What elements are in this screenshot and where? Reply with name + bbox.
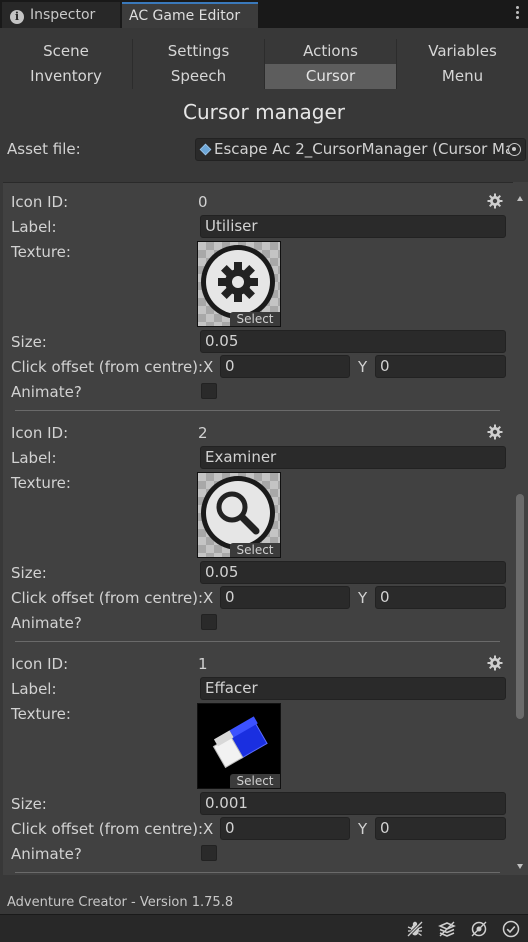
offset-x-label: X [203,589,214,607]
divider [15,641,500,642]
divider [15,410,500,411]
nav-cursor[interactable]: Cursor [264,64,396,89]
offset-y-label: Y [358,358,368,376]
object-picker-icon[interactable] [508,143,521,156]
scriptable-object-icon [199,143,212,156]
label-field[interactable]: Utiliser [200,215,506,238]
offset-y-field[interactable]: 0 [375,817,506,840]
offset-y-field[interactable]: 0 [375,355,506,378]
offset-x-field[interactable]: 0 [220,586,350,609]
gear-icon[interactable] [487,424,503,440]
asset-file-value: Escape Ac 2_CursorManager (Cursor Ma [214,140,515,158]
gear-icon[interactable] [487,655,503,671]
tab-ac-game-editor-label: AC Game Editor [129,8,241,24]
divider [15,872,500,873]
icon-id-label: Icon ID: [11,424,69,442]
texture-field[interactable]: Select [197,703,281,789]
texture-label: Texture: [11,243,71,261]
cursor-item: Icon ID: 1 Label: Effacer Texture: Selec… [3,651,513,875]
icon-id-label: Icon ID: [11,655,69,673]
nav-inventory[interactable]: Inventory [0,64,132,89]
animate-label: Animate? [11,383,82,401]
page-title: Cursor manager [183,100,345,124]
more-options-icon[interactable] [516,6,520,22]
animate-label: Animate? [11,614,82,632]
texture-label: Texture: [11,705,71,723]
label-label: Label: [11,680,57,698]
size-field[interactable]: 0.001 [200,792,506,815]
texture-field[interactable]: Select [197,241,281,327]
icon-id-label: Icon ID: [11,193,69,211]
label-label: Label: [11,449,57,467]
offset-x-label: X [203,358,214,376]
layers-icon[interactable] [438,920,456,938]
offset-x-field[interactable]: 0 [220,817,350,840]
check-circle-icon[interactable] [502,920,520,938]
debug-bug-icon[interactable] [406,920,424,938]
click-offset-label: Click offset (from centre): [11,589,204,607]
label-label: Label: [11,218,57,236]
texture-label: Texture: [11,474,71,492]
click-offset-label: Click offset (from centre): [11,820,204,838]
select-texture-button[interactable]: Select [230,312,280,326]
size-field[interactable]: 0.05 [200,330,506,353]
cursor-item: Icon ID: 2 Label: Examiner Texture: Sele… [3,420,513,651]
scrollbar-thumb[interactable] [516,494,524,719]
status-bar [0,914,528,942]
animate-checkbox[interactable] [201,845,217,861]
version-label: Adventure Creator - Version 1.75.8 [7,895,234,910]
scroll-up-arrow-icon[interactable] [517,196,523,201]
vertical-scrollbar[interactable] [513,182,528,875]
animate-label: Animate? [11,845,82,863]
offset-y-label: Y [358,589,368,607]
asset-file-field[interactable]: Escape Ac 2_CursorManager (Cursor Ma [195,138,526,161]
window-tab-bar: i Inspector AC Game Editor [0,0,528,28]
offset-x-field[interactable]: 0 [220,355,350,378]
nav-speech[interactable]: Speech [132,64,264,89]
scroll-down-arrow-icon[interactable] [517,864,523,869]
asset-file-label: Asset file: [7,140,81,158]
animate-checkbox[interactable] [201,383,217,399]
nav-scene[interactable]: Scene [0,39,132,64]
select-texture-button[interactable]: Select [230,774,280,788]
nav-actions[interactable]: Actions [264,39,396,64]
size-label: Size: [11,795,47,813]
visibility-off-icon[interactable] [470,920,488,938]
tab-inspector[interactable]: i Inspector [2,2,120,28]
size-label: Size: [11,564,47,582]
animate-checkbox[interactable] [201,614,217,630]
icon-id-value: 0 [198,193,208,211]
click-offset-label: Click offset (from centre): [11,358,204,376]
nav-variables[interactable]: Variables [396,39,528,64]
cursor-item: Icon ID: 0 Label: Utiliser Texture: Sele… [3,189,513,420]
select-texture-button[interactable]: Select [230,543,280,557]
tab-ac-game-editor[interactable]: AC Game Editor [122,2,258,28]
offset-x-label: X [203,820,214,838]
icon-id-value: 1 [198,655,208,673]
tab-inspector-label: Inspector [30,7,96,23]
gear-icon[interactable] [487,193,503,209]
cursor-list-panel: Icon ID: 0 Label: Utiliser Texture: Sele… [3,182,513,875]
offset-y-field[interactable]: 0 [375,586,506,609]
icon-id-value: 2 [198,424,208,442]
manager-nav: Scene Settings Actions Variables Invento… [0,39,528,89]
size-field[interactable]: 0.05 [200,561,506,584]
size-label: Size: [11,333,47,351]
label-field[interactable]: Examiner [200,446,506,469]
nav-settings[interactable]: Settings [132,39,264,64]
texture-field[interactable]: Select [197,472,281,558]
info-icon: i [10,10,24,24]
offset-y-label: Y [358,820,368,838]
label-field[interactable]: Effacer [200,677,506,700]
nav-menu[interactable]: Menu [396,64,528,89]
